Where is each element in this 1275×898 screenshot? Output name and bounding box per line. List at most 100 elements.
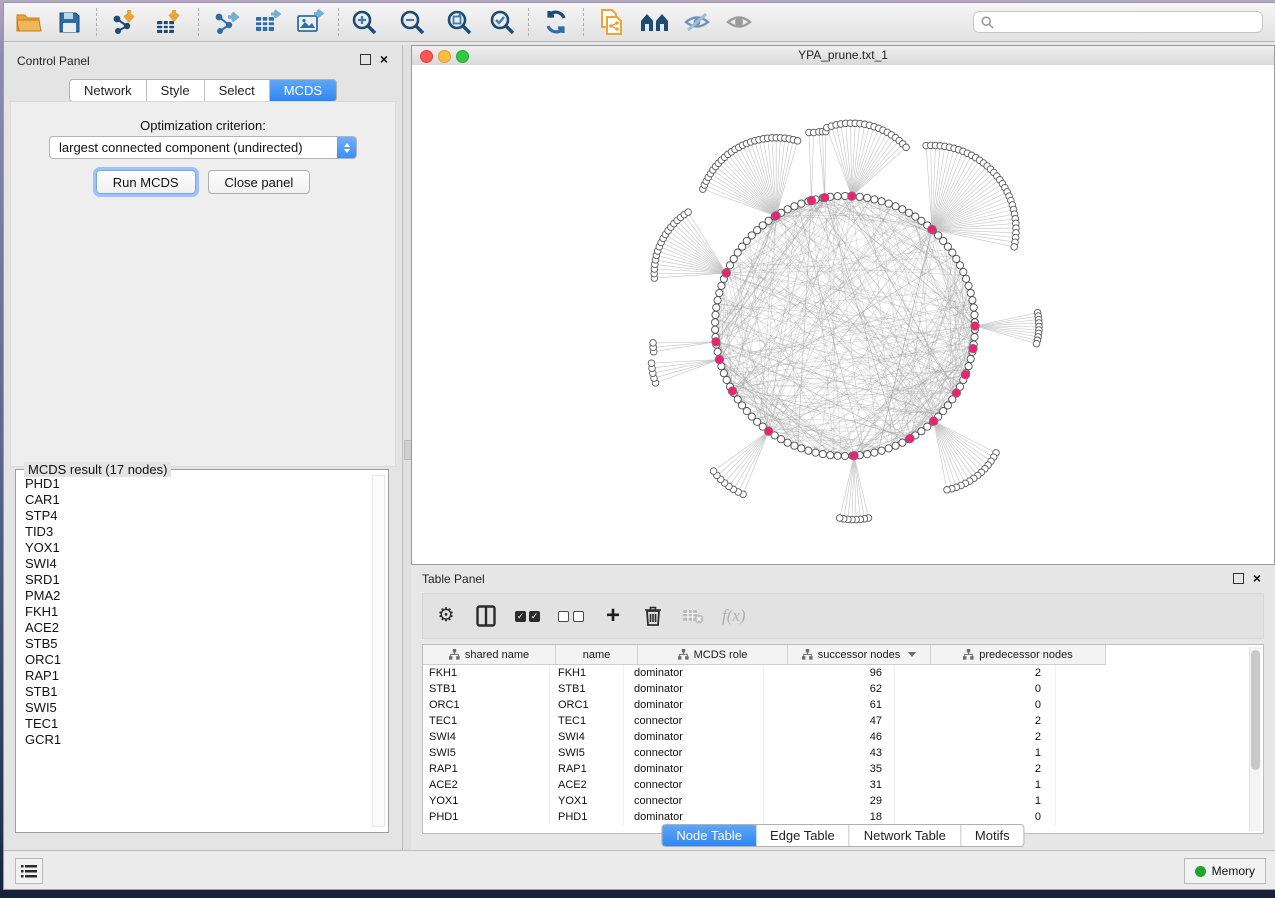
run-mcds-button[interactable]: Run MCDS [96,170,196,194]
network-window-titlebar[interactable]: YPA_prune.txt_1 [412,46,1274,66]
network-node[interactable] [716,289,723,296]
network-node[interactable] [714,297,721,304]
refresh-layout-icon[interactable] [541,8,571,36]
network-node[interactable] [878,447,885,454]
select-all-icon[interactable]: ✓✓ [515,603,540,629]
dominator-node[interactable] [848,192,857,201]
network-node[interactable] [899,206,906,213]
network-node[interactable] [864,194,871,201]
network-node[interactable] [712,319,719,326]
task-history-button[interactable] [15,858,43,884]
network-node[interactable] [784,439,791,446]
network-node[interactable] [834,452,841,459]
network-node[interactable] [965,282,972,289]
dominator-node[interactable] [906,434,915,443]
mcds-result-item[interactable]: STB1 [25,684,372,700]
tab-mcds[interactable]: MCDS [270,80,336,101]
tab-style[interactable]: Style [147,80,205,101]
network-node[interactable] [710,468,717,475]
network-node[interactable] [963,275,970,282]
network-node[interactable] [712,311,719,318]
show-all-icon[interactable] [724,8,754,36]
memory-button[interactable]: Memory [1184,858,1266,884]
network-node[interactable] [1011,244,1018,251]
network-node[interactable] [720,370,727,377]
network-node[interactable] [778,436,785,443]
network-node[interactable] [970,304,977,311]
deselect-all-icon[interactable] [558,603,584,629]
mcds-result-item[interactable]: FKH1 [25,604,372,620]
dominator-node[interactable] [929,417,938,426]
column-header-predecessor-nodes[interactable]: predecessor nodes [931,645,1106,664]
network-node[interactable] [969,297,976,304]
column-header-shared-name[interactable]: shared name [423,645,556,664]
network-node[interactable] [714,348,721,355]
mcds-result-item[interactable]: RAP1 [25,668,372,684]
table-row[interactable]: RAP1RAP1dominator352 [423,761,1249,777]
zoom-selected-icon[interactable] [487,8,517,36]
table-settings-gear-icon[interactable]: ⚙ [435,603,457,629]
tab-motifs[interactable]: Motifs [961,825,1024,846]
table-row[interactable]: SWI5SWI5connector431 [423,745,1249,761]
search-input[interactable] [999,14,1262,30]
network-node[interactable] [885,200,892,207]
mcds-list-scrollbar[interactable] [372,475,385,827]
save-session-icon[interactable] [54,8,84,36]
mcds-result-item[interactable]: SRD1 [25,572,372,588]
mcds-result-item[interactable]: STP4 [25,508,372,524]
network-node[interactable] [723,376,730,383]
dominator-node[interactable] [807,196,816,205]
tab-edge-table[interactable]: Edge Table [756,825,850,846]
network-node[interactable] [967,355,974,362]
dominator-node[interactable] [928,225,937,234]
zoom-fit-icon[interactable] [444,8,474,36]
network-node[interactable] [956,262,963,269]
network-node[interactable] [905,209,912,216]
add-row-icon[interactable]: + [602,603,624,629]
float-panel-icon[interactable] [360,54,371,65]
network-node[interactable] [856,193,863,200]
network-node[interactable] [903,144,910,151]
table-scrollbar-thumb[interactable] [1251,650,1260,770]
export-image-icon[interactable] [296,8,326,36]
dominator-node[interactable] [971,322,980,331]
dominator-node[interactable] [952,389,961,398]
dominator-node[interactable] [820,193,829,202]
mcds-result-item[interactable]: PMA2 [25,588,372,604]
network-node[interactable] [713,304,720,311]
mcds-result-item[interactable]: ACE2 [25,620,372,636]
dominator-node[interactable] [772,212,781,221]
dominator-node[interactable] [961,370,970,379]
vertical-splitter[interactable] [403,45,411,851]
mcds-result-item[interactable]: ORC1 [25,652,372,668]
tab-network-table[interactable]: Network Table [850,825,961,846]
mcds-result-item[interactable]: YOX1 [25,540,372,556]
table-row[interactable]: PHD1PHD1dominator180 [423,809,1249,825]
tab-select[interactable]: Select [205,80,270,101]
tab-network[interactable]: Network [70,80,147,101]
first-neighbors-icon[interactable] [640,8,670,36]
network-node[interactable] [827,452,834,459]
dominator-node[interactable] [850,451,859,460]
table-row[interactable]: FKH1FKH1dominator962 [423,665,1249,681]
network-node[interactable] [871,449,878,456]
network-node[interactable] [953,255,960,262]
network-node[interactable] [836,515,843,522]
tab-node-table[interactable]: Node Table [662,825,756,846]
network-node[interactable] [949,249,956,256]
zoom-in-icon[interactable] [349,8,379,36]
network-node[interactable] [971,334,978,341]
column-header-name[interactable]: name [556,645,638,664]
network-node[interactable] [798,200,805,207]
dominator-node[interactable] [728,387,737,396]
network-node[interactable] [726,262,733,269]
table-row[interactable]: YOX1YOX1connector291 [423,793,1249,809]
table-row[interactable]: TEC1TEC1connector472 [423,713,1249,729]
table-row[interactable]: SWI4SWI4dominator462 [423,729,1249,745]
network-node[interactable] [784,206,791,213]
network-node[interactable] [967,289,974,296]
clone-network-icon[interactable] [596,8,626,36]
mcds-result-item[interactable]: PHD1 [25,476,372,492]
network-node[interactable] [712,326,719,333]
export-network-icon[interactable] [212,8,242,36]
